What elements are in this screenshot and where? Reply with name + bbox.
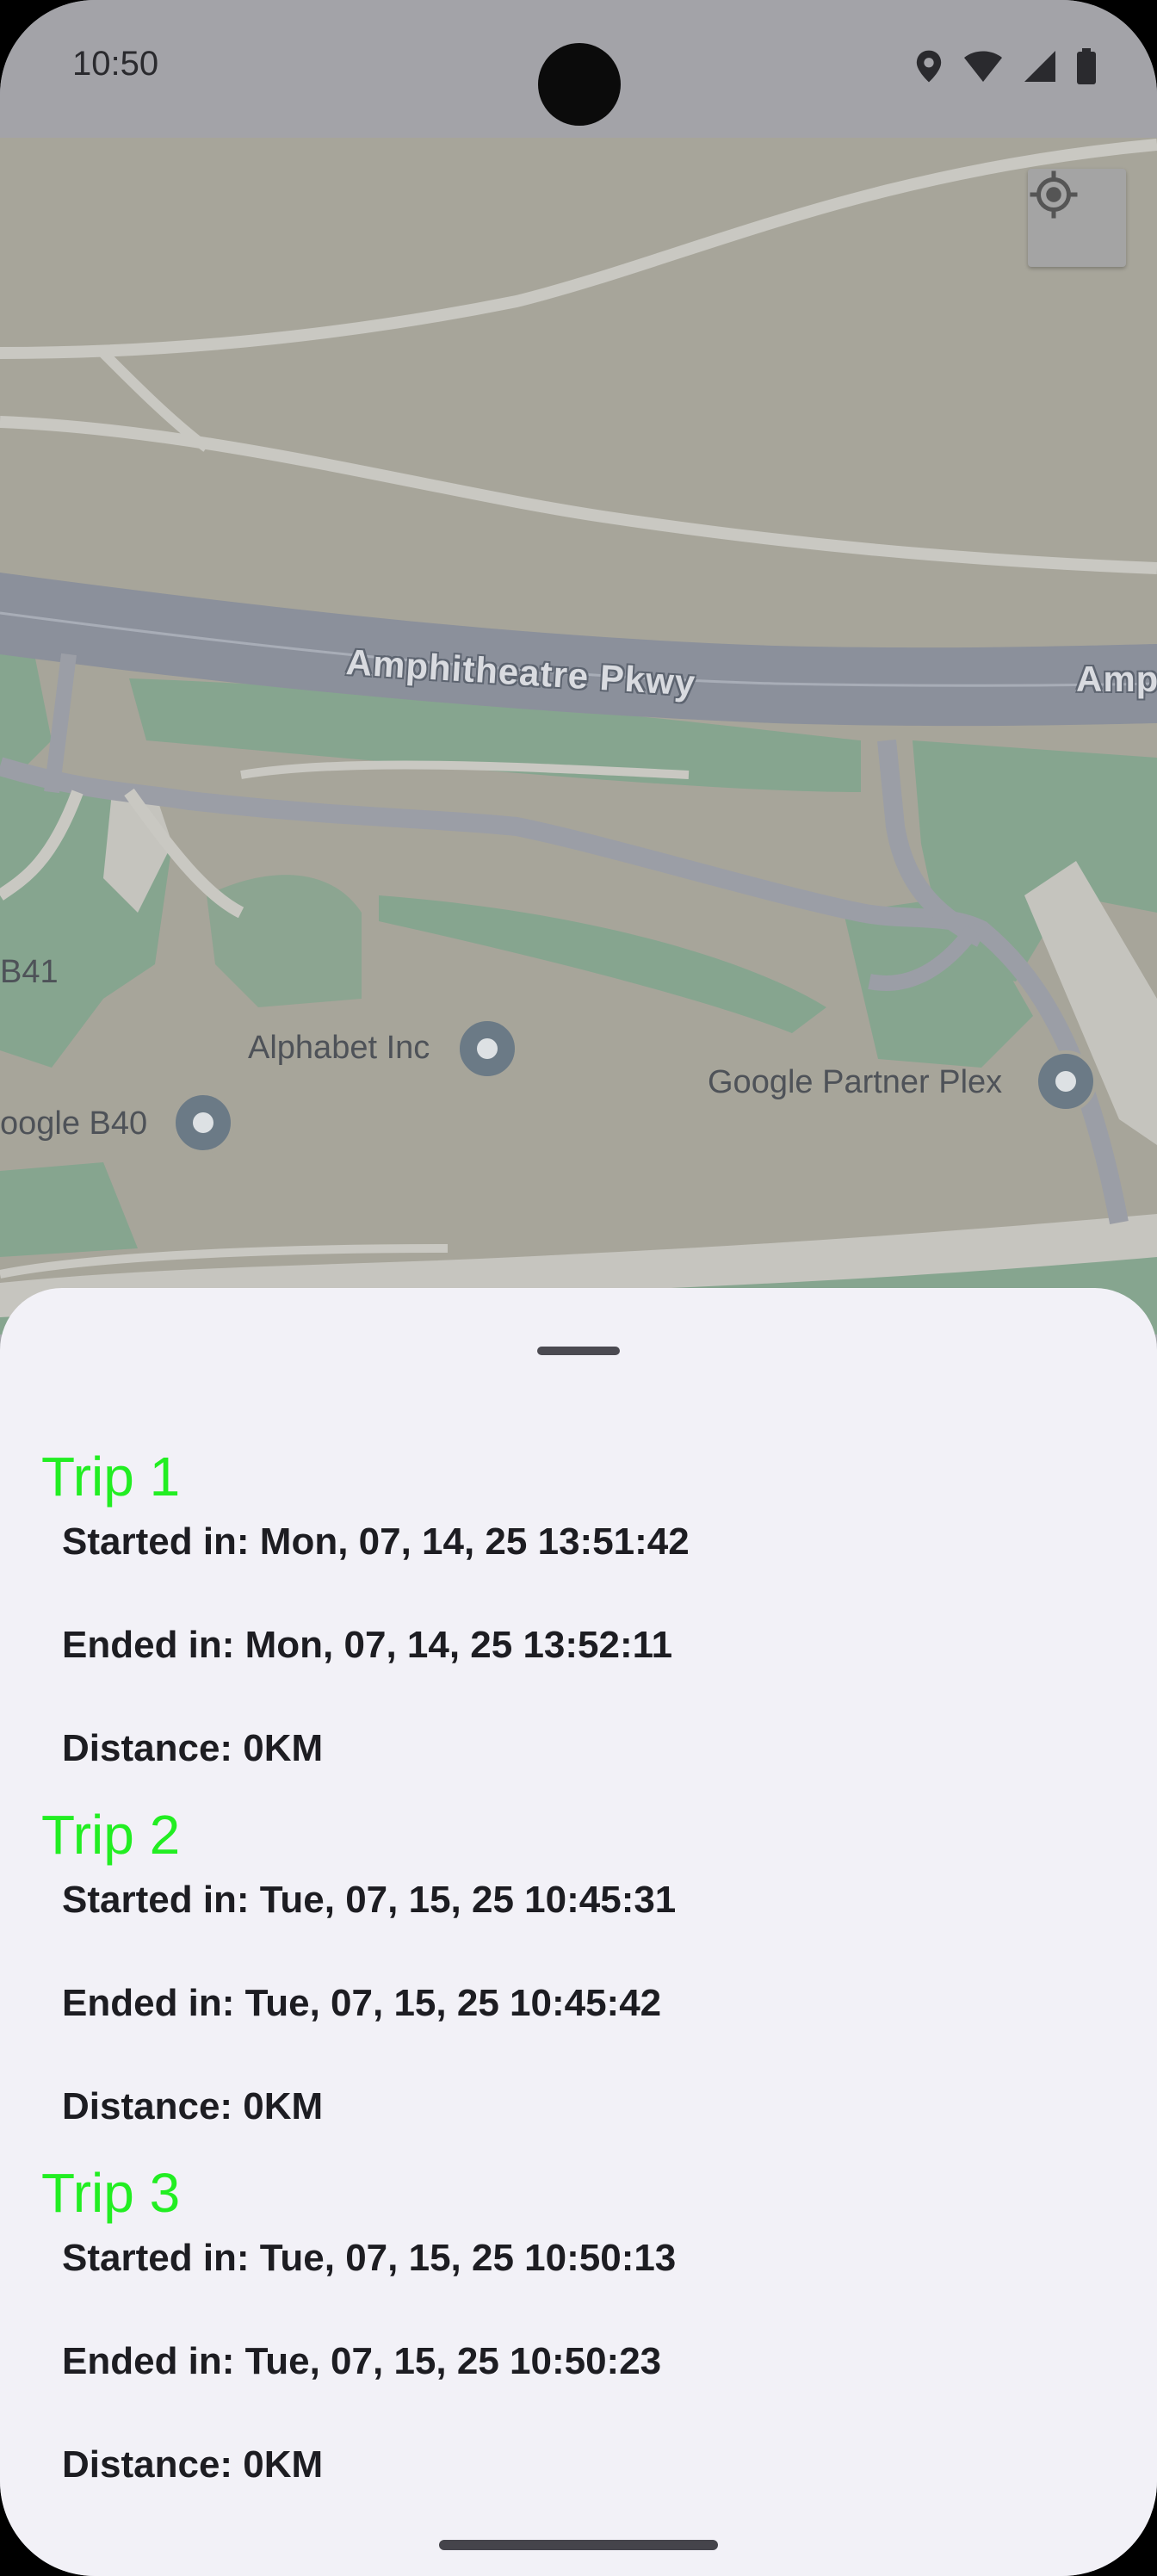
status-icons [914, 48, 1097, 84]
location-icon [916, 50, 942, 83]
trip-title: Trip 3 [41, 2162, 181, 2224]
place-label-alphabet[interactable]: Alphabet Inc [248, 1030, 430, 1067]
sheet-drag-handle[interactable] [537, 1347, 620, 1355]
status-bar: 10:50 [0, 0, 1157, 138]
trip-distance: Distance: 0KM [62, 1727, 324, 1769]
place-pin-partner-plex [1035, 1050, 1097, 1112]
trip-title: Trip 1 [41, 1446, 181, 1508]
status-time: 10:50 [72, 45, 159, 83]
trip-end-time: Ended in: Mon, 07, 14, 25 13:52:11 [62, 1624, 673, 1666]
my-location-button[interactable] [1028, 169, 1126, 267]
signal-icon [1024, 51, 1055, 82]
trip-item: Trip 1 Started in: Mon, 07, 14, 25 13:51… [0, 1440, 1157, 1798]
trip-start-time: Started in: Tue, 07, 15, 25 10:45:31 [62, 1879, 677, 1921]
phone-screen: Amphitheatre Pkwy Amp Alphabet Inc Googl… [0, 0, 1157, 2576]
place-label-partner-plex[interactable]: Google Partner Plex [708, 1064, 1002, 1101]
trip-distance: Distance: 0KM [62, 2443, 324, 2486]
trip-distance: Distance: 0KM [62, 2085, 324, 2127]
trip-item: Trip 3 Started in: Tue, 07, 15, 25 10:50… [0, 2156, 1157, 2514]
camera-cutout [538, 43, 621, 126]
my-location-icon [1030, 170, 1078, 219]
trip-title: Trip 2 [41, 1804, 181, 1866]
trip-list: Trip 1 Started in: Mon, 07, 14, 25 13:51… [0, 1440, 1157, 2514]
home-indicator[interactable] [439, 2540, 718, 2550]
trips-bottom-sheet[interactable]: Trip 1 Started in: Mon, 07, 14, 25 13:51… [0, 1288, 1157, 2576]
trip-end-time: Ended in: Tue, 07, 15, 25 10:45:42 [62, 1982, 662, 2024]
map-canvas [0, 139, 1157, 1334]
trip-end-time: Ended in: Tue, 07, 15, 25 10:50:23 [62, 2340, 662, 2382]
place-pin-b40 [172, 1092, 234, 1154]
battery-icon [1077, 48, 1096, 84]
map-view[interactable]: Amphitheatre Pkwy Amp Alphabet Inc Googl… [0, 138, 1157, 1334]
road-label-right: Amp [1076, 659, 1157, 699]
trip-start-time: Started in: Tue, 07, 15, 25 10:50:13 [62, 2237, 677, 2279]
wifi-icon [964, 51, 1002, 82]
trip-start-time: Started in: Mon, 07, 14, 25 13:51:42 [62, 1520, 690, 1563]
place-pin-alphabet [456, 1018, 518, 1080]
trip-item: Trip 2 Started in: Tue, 07, 15, 25 10:45… [0, 1798, 1157, 2156]
place-label-b40[interactable]: oogle B40 [0, 1105, 147, 1142]
place-label-b41[interactable]: B41 [0, 954, 59, 991]
